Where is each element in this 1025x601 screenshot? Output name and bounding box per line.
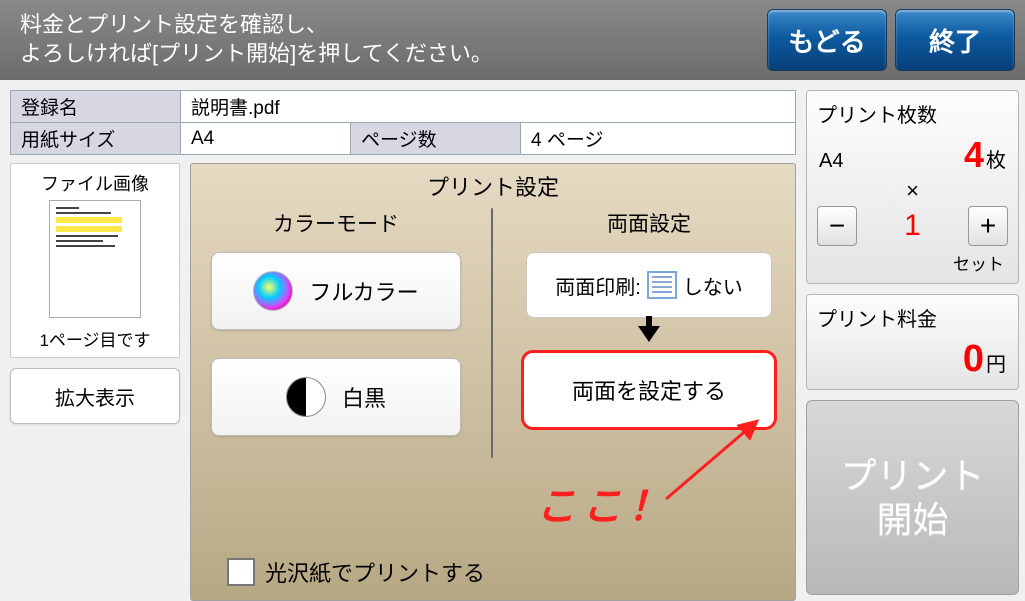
preview-thumbnail (49, 200, 141, 318)
glossy-checkbox[interactable] (227, 558, 255, 586)
print-count-card: プリント枚数 A4 4 枚 × − 1 + セット (806, 90, 1019, 284)
duplex-label: 両面印刷: (555, 271, 641, 300)
preview-caption: 1ページ目です (39, 326, 150, 351)
settings-title: プリント設定 (209, 170, 777, 202)
print-settings-panel: プリント設定 カラーモード フルカラー 白黒 (190, 163, 796, 601)
price-value: 0 (963, 338, 984, 381)
file-preview-card: ファイル画像 1ページ目です (10, 163, 180, 358)
price-unit: 円 (986, 348, 1006, 377)
exit-button[interactable]: 終了 (895, 9, 1015, 71)
duplex-value: しない (683, 271, 743, 300)
full-color-label: フルカラー (309, 275, 418, 307)
zoom-button[interactable]: 拡大表示 (10, 368, 180, 424)
decrement-button[interactable]: − (817, 206, 857, 246)
glossy-label: 光沢紙でプリントする (265, 556, 485, 588)
page-icon (647, 271, 677, 299)
price-card: プリント料金 0 円 (806, 294, 1019, 390)
bw-icon (286, 377, 326, 417)
pages-label: ページ数 (351, 123, 521, 155)
filename-value: 説明書.pdf (181, 91, 796, 123)
color-mode-title: カラーモード (273, 208, 399, 238)
header-instructions: 料金とプリント設定を確認し、 よろしければ[プリント開始]を押してください。 (20, 11, 759, 68)
set-duplex-button[interactable]: 両面を設定する (521, 350, 777, 430)
count-sheets-unit: 枚 (986, 144, 1006, 173)
header-line2: よろしければ[プリント開始]を押してください。 (20, 40, 759, 69)
bw-button[interactable]: 白黒 (211, 358, 461, 436)
preview-title: ファイル画像 (41, 170, 149, 196)
header-bar: 料金とプリント設定を確認し、 よろしければ[プリント開始]を押してください。 も… (0, 0, 1025, 80)
increment-button[interactable]: + (968, 206, 1008, 246)
price-title: プリント料金 (817, 303, 1008, 332)
color-mode-column: カラーモード フルカラー 白黒 (209, 208, 463, 546)
filename-label: 登録名 (11, 91, 181, 123)
sets-value: 1 (863, 209, 962, 243)
start-line2: 開始 (840, 498, 984, 541)
count-paper: A4 (819, 150, 843, 173)
back-button[interactable]: もどる (767, 9, 887, 71)
pages-value: 4 ページ (521, 123, 796, 155)
multiply-symbol: × (817, 178, 1008, 204)
arrow-down-icon (638, 326, 660, 342)
color-wheel-icon (253, 271, 293, 311)
bw-label: 白黒 (342, 381, 386, 413)
sets-unit: セット (817, 250, 1008, 275)
start-line1: プリント (840, 454, 984, 497)
duplex-column: 両面設定 両面印刷: しない 両面を設定する (521, 208, 777, 546)
full-color-button[interactable]: フルカラー (211, 252, 461, 330)
paper-value: A4 (181, 123, 351, 155)
print-start-button[interactable]: プリント 開始 (806, 400, 1019, 595)
duplex-status-box: 両面印刷: しない (526, 252, 772, 318)
count-sheets: 4 (964, 134, 984, 176)
paper-label: 用紙サイズ (11, 123, 181, 155)
header-line1: 料金とプリント設定を確認し、 (20, 11, 759, 40)
duplex-title: 両面設定 (607, 208, 691, 238)
print-count-title: プリント枚数 (817, 99, 1008, 128)
file-info-table: 登録名 説明書.pdf 用紙サイズ A4 ページ数 4 ページ (10, 90, 796, 155)
